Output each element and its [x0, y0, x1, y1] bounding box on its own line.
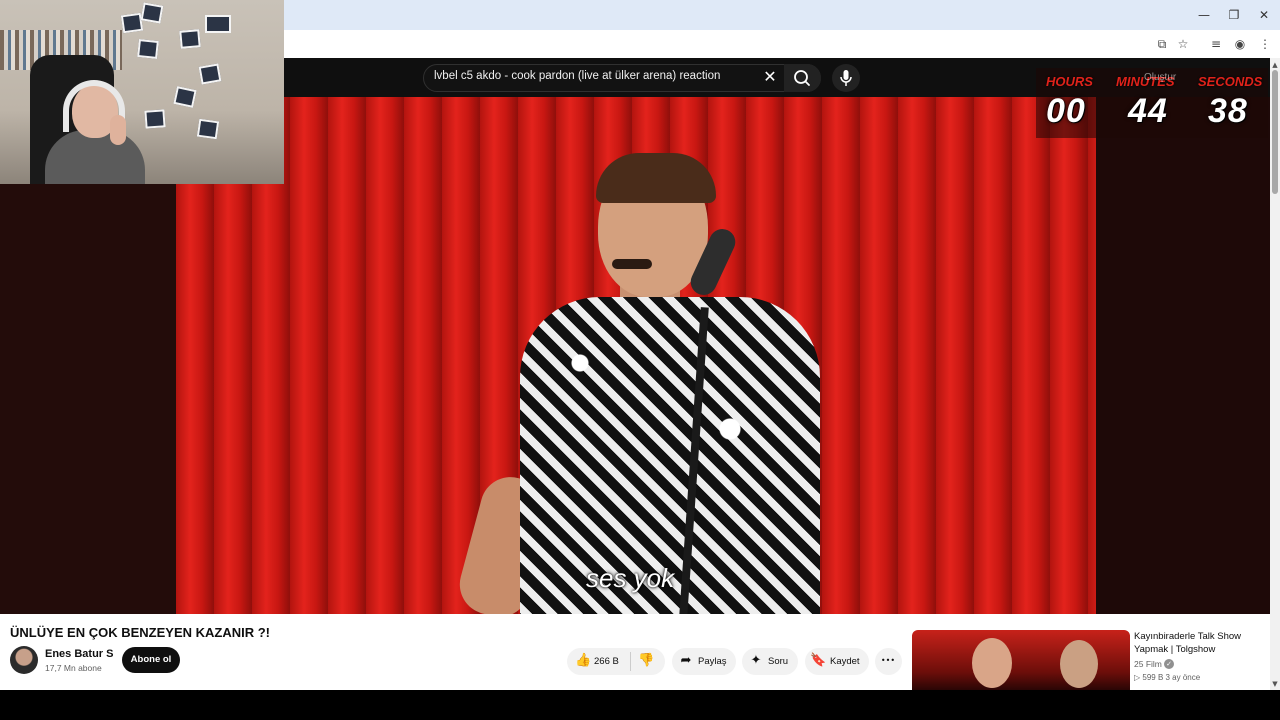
browser-toolbar — [284, 30, 1280, 58]
search-query-text: lvbel c5 akdo - cook pardon (live at ülk… — [434, 70, 721, 82]
wall-photo — [179, 29, 201, 49]
performer-hair — [596, 153, 716, 203]
video-title: ÜNLÜYE EN ÇOK BENZEYEN KAZANIR ?! — [10, 625, 271, 640]
subscribe-button[interactable]: Abone ol — [122, 647, 180, 673]
wall-photo — [137, 39, 159, 59]
wall-photo — [173, 86, 197, 108]
wall-photo — [120, 12, 144, 34]
wall-photo — [205, 15, 231, 33]
bookmark-icon: 🔖 — [810, 653, 827, 668]
media-queue-icon[interactable]: ≡ — [1208, 36, 1224, 52]
profile-icon[interactable]: ◉ — [1232, 36, 1248, 52]
like-dislike-group: 👍 266 B 👎 — [567, 648, 665, 675]
letterbox-bar — [0, 690, 1280, 720]
close-icon[interactable]: ✕ — [1256, 7, 1272, 23]
kebab-menu-icon[interactable]: ⋮ — [1257, 36, 1273, 52]
streamer-body — [45, 130, 145, 184]
video-left-shadow — [0, 184, 176, 614]
ask-label: Soru — [768, 656, 789, 667]
install-app-icon[interactable]: ⧉ — [1154, 36, 1170, 52]
ask-button[interactable]: ✦ Soru — [742, 648, 798, 675]
save-button[interactable]: 🔖 Kaydet — [805, 648, 869, 675]
save-label: Kaydet — [830, 656, 860, 667]
scroll-up-arrow-icon[interactable]: ▲ — [1270, 60, 1280, 70]
like-count[interactable]: 266 B — [594, 648, 619, 675]
thumbnail-face — [1060, 640, 1098, 688]
screen: — ❐ ✕ ⧉ ☆ ≡ ◉ ⋮ lvbel c5 akdo - cook par… — [0, 0, 1280, 720]
video-right-shadow — [1096, 97, 1270, 614]
timer-minutes-value: 44 — [1128, 92, 1168, 130]
recommended-thumbnail[interactable] — [912, 630, 1130, 690]
minimize-icon[interactable]: — — [1196, 7, 1212, 23]
channel-avatar[interactable] — [10, 646, 38, 674]
recommended-channel[interactable]: 25 Film — [1134, 659, 1162, 669]
restore-icon[interactable]: ❐ — [1226, 7, 1242, 23]
star-icon[interactable]: ☆ — [1175, 36, 1191, 52]
share-button[interactable]: ➦ Paylaş — [672, 648, 736, 675]
performer-mustache — [612, 259, 652, 269]
dislike-icon[interactable]: 👎 — [638, 653, 654, 669]
video-caption: ses yok — [586, 563, 675, 593]
scrollbar-thumb[interactable] — [1272, 70, 1278, 194]
like-divider — [630, 652, 631, 671]
wall-photo — [196, 118, 220, 140]
more-icon: ••• — [880, 656, 896, 665]
more-actions-button[interactable]: ••• — [875, 648, 902, 675]
browser-tabstrip — [284, 0, 1280, 30]
webcam-overlay — [0, 0, 284, 184]
search-button[interactable] — [784, 64, 821, 92]
subscriber-count: 17,7 Mn abone — [45, 663, 102, 673]
share-icon: ➦ — [680, 653, 692, 668]
scroll-down-arrow-icon[interactable]: ▼ — [1270, 679, 1280, 689]
voice-search-button[interactable] — [832, 64, 860, 92]
wall-photo — [140, 2, 164, 24]
wall-photo — [144, 109, 166, 129]
thumbnail-face — [972, 638, 1012, 688]
wall-photo — [198, 63, 222, 85]
timer-hours-value: 00 — [1046, 92, 1086, 130]
timer-seconds-label: SECONDS — [1198, 74, 1263, 89]
timer-seconds-value: 38 — [1208, 92, 1248, 130]
like-icon[interactable]: 👍 — [575, 653, 591, 669]
recommended-meta: ▷ 599 B 3 ay önce — [1134, 673, 1201, 682]
recommended-title[interactable]: Kayınbiraderle Talk Show Yapmak | Tolgsh… — [1134, 630, 1266, 656]
channel-name[interactable]: Enes Batur S — [45, 648, 113, 660]
share-label: Paylaş — [698, 656, 727, 667]
search-icon — [794, 70, 810, 86]
sparkle-icon: ✦ — [750, 653, 762, 668]
create-button[interactable]: Oluştur — [1144, 72, 1176, 83]
verified-badge-icon: ✓ — [1164, 659, 1174, 669]
microphone-icon — [840, 70, 852, 86]
timer-hours-label: HOURS — [1046, 74, 1093, 89]
clear-search-icon[interactable]: ✕ — [762, 68, 778, 86]
streamer-hand — [110, 115, 126, 145]
